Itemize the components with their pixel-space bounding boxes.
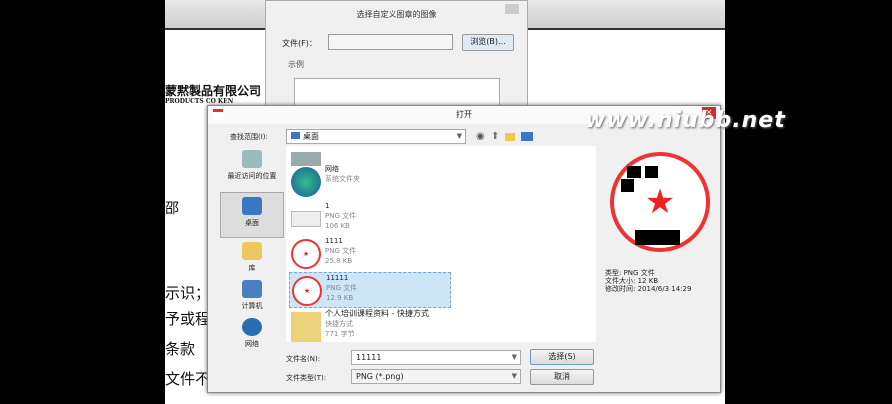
filename-label: 文件名(N): xyxy=(286,355,321,363)
file-name: 11111 xyxy=(326,274,349,282)
preview-type: 类型: PNG 文件 xyxy=(605,269,655,277)
chevron-down-icon: ▼ xyxy=(511,353,517,361)
file-name: 1111 xyxy=(325,237,343,245)
file-type: 快捷方式 xyxy=(325,320,353,328)
file-input[interactable] xyxy=(328,34,453,50)
doc-fragment: 文件不 xyxy=(165,370,211,388)
filetype-label: 文件类型(T): xyxy=(286,374,327,382)
chevron-down-icon: ▼ xyxy=(511,372,517,380)
cancel-button[interactable]: 取消 xyxy=(530,369,594,385)
file-type: 系统文件夹 xyxy=(325,175,360,183)
desktop-icon xyxy=(291,132,300,139)
look-in-label: 查找范围(I): xyxy=(230,133,268,141)
preview-modified: 修改时间: 2014/6/3 14:29 xyxy=(605,285,692,293)
recent-places-icon xyxy=(242,150,262,168)
list-item-selected[interactable]: ★ 11111 PNG 文件 12.9 KB xyxy=(289,272,451,308)
company-name-cn: 蒙黙製品有限公司 xyxy=(165,84,262,98)
filename-input[interactable]: 11111 ▼ xyxy=(351,350,521,365)
sidebar-item-computer[interactable]: 计算机 xyxy=(220,276,284,314)
sidebar-item-label: 网络 xyxy=(245,340,259,348)
doc-fragment: 邵 xyxy=(165,201,179,217)
computer-icon xyxy=(242,280,262,298)
file-name: 网络 xyxy=(325,165,339,173)
stamp-thumbnail-icon: ★ xyxy=(292,276,322,306)
sidebar-item-recent[interactable]: 最近访问的位置 xyxy=(220,146,284,192)
file-name: 个人培训课程资料 - 快捷方式 xyxy=(325,309,429,318)
list-item[interactable]: 1 PNG 文件 106 KB xyxy=(289,201,451,237)
library-icon xyxy=(242,242,262,260)
network-icon xyxy=(291,167,321,197)
sidebar-item-label: 桌面 xyxy=(245,219,259,227)
list-item[interactable]: 个人培训课程资料 - 快捷方式 快捷方式 771 字节 xyxy=(289,309,509,342)
up-folder-icon[interactable]: ⬆ xyxy=(491,131,499,142)
company-name-en: PRODUCTS CO KEN xyxy=(165,98,234,105)
sidebar-item-label: 最近访问的位置 xyxy=(227,172,277,180)
chevron-down-icon: ▼ xyxy=(456,132,462,140)
custom-stamp-dialog: 选择自定义图章的图像 文件(F)： 浏览(B)... 示例 xyxy=(265,0,528,112)
desktop-icon xyxy=(242,197,262,215)
browse-button[interactable]: 浏览(B)... xyxy=(462,34,514,51)
filename-value: 11111 xyxy=(356,353,382,362)
doc-fragment: 条款 xyxy=(165,340,196,358)
network-icon xyxy=(242,318,262,336)
file-name: 1 xyxy=(325,202,330,210)
places-bar: 最近访问的位置 桌面 库 计算机 网络 xyxy=(220,146,284,352)
file-size: 771 字节 xyxy=(325,330,355,338)
file-type: PNG 文件 xyxy=(326,284,358,292)
file-type: PNG 文件 xyxy=(325,247,357,255)
file-type: 系统文件夹 xyxy=(325,146,451,148)
image-thumbnail-icon xyxy=(291,211,321,227)
sidebar-item-network[interactable]: 网络 xyxy=(220,314,284,352)
new-folder-icon[interactable] xyxy=(505,133,515,141)
look-in-select[interactable]: 桌面 ▼ xyxy=(286,129,466,144)
preview-box xyxy=(294,78,500,108)
list-item[interactable]: 网络 系统文件夹 xyxy=(289,164,451,200)
open-file-dialog: 打开 ✕ 查找范围(I): 桌面 ▼ ◉ ⬆ 最近访问的位置 桌面 库 计算机 网… xyxy=(207,105,721,393)
file-list[interactable]: 系统文件夹 网络系统文件夹 1PNG 文件106 KB ★1111PNG 文件2… xyxy=(286,146,596,342)
watermark: www.niubb.net xyxy=(585,108,786,133)
preview-size: 文件大小: 12 KB xyxy=(605,277,659,285)
doc-fragment: 示识； xyxy=(165,284,211,302)
file-label: 文件(F)： xyxy=(282,39,317,48)
preview-label: 示例 xyxy=(288,60,304,69)
stamp-thumbnail-icon: ★ xyxy=(291,239,321,269)
sidebar-item-libraries[interactable]: 库 xyxy=(220,238,284,276)
sidebar-item-label: 计算机 xyxy=(241,302,263,310)
shortcut-folder-icon xyxy=(291,312,321,342)
sidebar-item-label: 库 xyxy=(248,264,256,272)
sidebar-item-desktop[interactable]: 桌面 xyxy=(220,192,284,238)
back-icon[interactable]: ◉ xyxy=(476,131,485,142)
look-in-value: 桌面 xyxy=(303,132,319,141)
list-item[interactable]: ★ 1111 PNG 文件 25.8 KB xyxy=(289,236,451,272)
preview-info: 类型: PNG 文件 文件大小: 12 KB 修改时间: 2014/6/3 14… xyxy=(605,269,691,293)
file-size: 12.9 KB xyxy=(326,294,354,302)
select-button[interactable]: 选择(S) xyxy=(530,349,594,365)
dialog-title: 选择自定义图章的图像 xyxy=(356,10,437,19)
file-type: PNG 文件 xyxy=(325,212,357,220)
app-icon xyxy=(213,109,223,120)
filetype-value: PNG (*.png) xyxy=(356,372,404,381)
file-size: 25.8 KB xyxy=(325,257,353,265)
filetype-select[interactable]: PNG (*.png) ▼ xyxy=(351,369,521,384)
close-button[interactable] xyxy=(505,4,519,14)
doc-fragment: 予或程 xyxy=(165,310,211,328)
file-size: 106 KB xyxy=(325,222,350,230)
view-menu-icon[interactable] xyxy=(521,132,533,141)
